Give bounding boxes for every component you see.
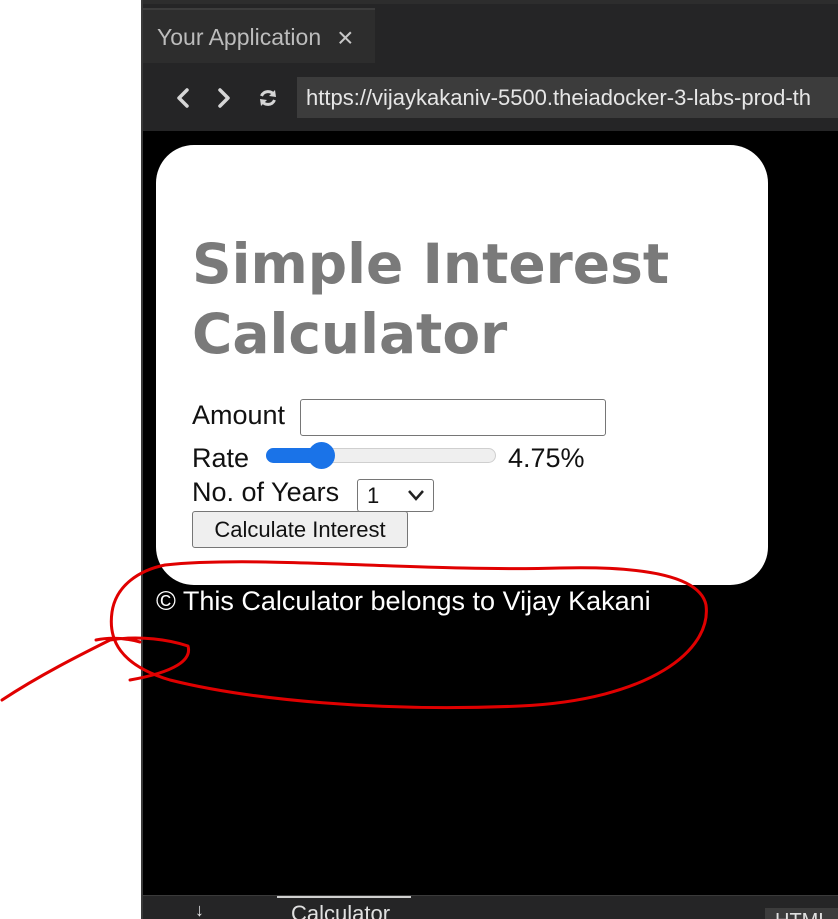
url-text: https://vijaykakaniv-5500.theiadocker-3-…: [306, 84, 812, 110]
language-mode[interactable]: HTML: [765, 908, 838, 919]
url-bar[interactable]: https://vijaykakaniv-5500.theiadocker-3-…: [297, 77, 838, 118]
rate-slider-thumb[interactable]: [308, 442, 336, 469]
amount-input[interactable]: [300, 399, 606, 436]
rate-value: 4.75%: [508, 443, 585, 473]
forward-icon[interactable]: [211, 83, 237, 113]
page-viewport: Simple Interest Calculator Amount Rate 4…: [143, 131, 838, 895]
amount-label: Amount: [192, 400, 286, 430]
ide-window: Your Application × https://vijaykakaniv-…: [143, 0, 838, 919]
years-select[interactable]: 1: [357, 479, 434, 512]
tab-your-application[interactable]: Your Application ×: [143, 8, 375, 67]
years-selected-value: 1: [367, 482, 380, 508]
chevron-down-icon: [407, 482, 425, 514]
tab-title: Your Application: [157, 24, 322, 50]
tab-active-indicator: [143, 8, 375, 10]
tab-calculator-label: Calculator: [291, 901, 391, 919]
years-label: No. of Years: [192, 477, 340, 507]
reload-icon[interactable]: [255, 83, 281, 113]
back-icon[interactable]: [170, 83, 196, 113]
close-icon[interactable]: ×: [337, 23, 353, 52]
bottom-panel-bar: ↓ Calculator HTML: [143, 895, 838, 919]
browser-nav-bar: https://vijaykakaniv-5500.theiadocker-3-…: [143, 63, 838, 131]
copyright-footer: © This Calculator belongs to Vijay Kakan…: [156, 586, 651, 616]
calculate-interest-button[interactable]: Calculate Interest: [192, 511, 408, 548]
tab-bar: Your Application ×: [143, 0, 838, 67]
tab-calculator[interactable]: Calculator: [277, 896, 411, 919]
rate-label: Rate: [192, 443, 250, 473]
calculator-card: Simple Interest Calculator Amount Rate 4…: [156, 145, 768, 585]
page-title: Simple Interest Calculator: [192, 232, 670, 366]
arrow-icon[interactable]: ↓: [195, 900, 204, 919]
language-mode-label: HTML: [775, 910, 829, 919]
